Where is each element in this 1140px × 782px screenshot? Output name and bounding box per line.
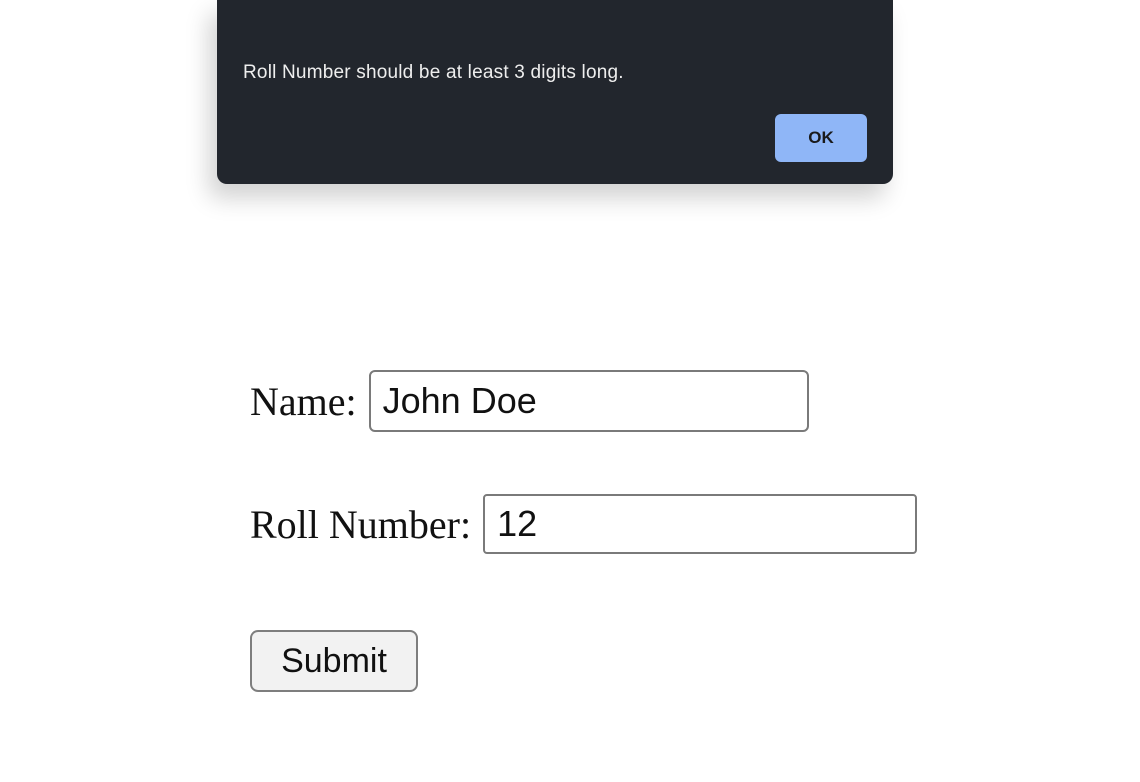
name-input[interactable] — [369, 370, 809, 432]
alert-dialog: Roll Number should be at least 3 digits … — [217, 0, 893, 184]
alert-message: Roll Number should be at least 3 digits … — [243, 62, 624, 84]
ok-button[interactable]: OK — [775, 114, 867, 162]
name-label: Name: — [250, 378, 357, 425]
roll-number-row: Roll Number: — [250, 494, 917, 554]
name-row: Name: — [250, 370, 917, 432]
submit-button[interactable]: Submit — [250, 630, 418, 692]
roll-number-input[interactable] — [483, 494, 917, 554]
form: Name: Roll Number: Submit — [250, 370, 917, 692]
roll-number-label: Roll Number: — [250, 501, 471, 548]
